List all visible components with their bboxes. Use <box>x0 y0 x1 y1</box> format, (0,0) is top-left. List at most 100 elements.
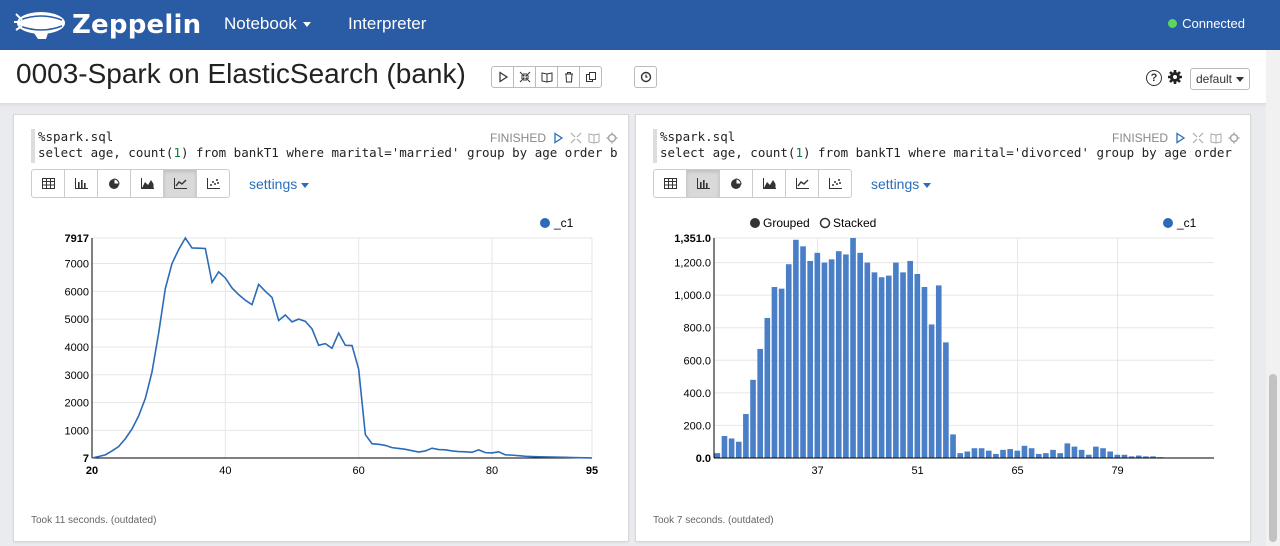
visualization-toolbar <box>31 169 230 198</box>
bar <box>928 324 935 458</box>
navbar: Zeppelin Notebook Interpreter Connected <box>0 0 1280 50</box>
bar <box>1078 449 1085 458</box>
legend-marker <box>1163 218 1173 228</box>
trash-icon <box>564 72 573 83</box>
series-line <box>91 236 593 459</box>
notebook-settings-button[interactable] <box>1167 69 1183 90</box>
toggle-editor-button[interactable] <box>1192 132 1204 144</box>
table-view-button[interactable] <box>653 169 687 198</box>
y-tick-label: 1,351.0 <box>674 233 711 245</box>
bar <box>793 239 799 458</box>
code-line: select age, count(1) from bankT1 where m… <box>660 145 1239 161</box>
bar <box>1093 446 1099 458</box>
legend-stacked-label: Stacked <box>833 216 876 230</box>
pie-chart-button[interactable] <box>719 169 753 198</box>
toggle-code-button[interactable] <box>513 66 536 88</box>
paragraph-settings-button[interactable] <box>1228 132 1240 144</box>
bar-chart-button[interactable] <box>64 169 98 198</box>
bar <box>900 272 906 458</box>
chevron-down-icon <box>923 182 932 188</box>
area-chart-button[interactable] <box>752 169 786 198</box>
toggle-output-button[interactable] <box>588 132 600 144</box>
bar <box>1064 443 1071 458</box>
line-chart-button[interactable] <box>163 169 197 198</box>
bar <box>985 450 992 458</box>
bar <box>1050 449 1056 458</box>
brand-logo[interactable]: Zeppelin <box>14 6 201 44</box>
code-number: 1 <box>173 145 181 160</box>
y-tick-label: 3000 <box>65 370 89 382</box>
bar <box>943 342 949 458</box>
area-chart-button[interactable] <box>130 169 164 198</box>
legend-grouped-label: Grouped <box>763 216 810 230</box>
settings-toggle[interactable]: settings <box>249 176 310 192</box>
connection-status-label: Connected <box>1182 16 1245 31</box>
bar <box>878 277 885 458</box>
gear-icon <box>1228 132 1240 144</box>
toggle-output-button[interactable] <box>535 66 558 88</box>
bar <box>907 260 913 458</box>
paragraph-divorced: %spark.sql select age, count(1) from ban… <box>635 114 1251 542</box>
y-tick-label: 1,000.0 <box>674 290 711 302</box>
status-badge: FINISHED <box>1111 131 1168 145</box>
clone-notebook-button[interactable] <box>579 66 602 88</box>
run-paragraph-button[interactable] <box>1174 132 1186 144</box>
interpreter-binding-dropdown[interactable]: default <box>1190 68 1250 90</box>
bar-chart: 0.0 200.0 400.0 600.0 800.0 1,000.0 1,200.0 1,3… <box>674 216 1214 477</box>
pie-chart-button[interactable] <box>97 169 131 198</box>
bar <box>828 259 835 458</box>
gear-icon <box>606 132 618 144</box>
bar <box>743 414 749 458</box>
scatter-chart-button[interactable] <box>818 169 852 198</box>
bar <box>935 285 942 458</box>
bar <box>800 246 806 458</box>
settings-toggle[interactable]: settings <box>871 176 932 192</box>
code-number: 1 <box>795 145 803 160</box>
x-tick-label: 51 <box>911 465 923 477</box>
play-icon <box>498 71 508 83</box>
execution-time: Took 11 seconds. (outdated) <box>31 515 157 526</box>
bar <box>1100 448 1106 458</box>
bar <box>857 252 863 458</box>
y-tick-label: 200.0 <box>683 420 711 432</box>
bar <box>914 273 921 458</box>
book-icon <box>1210 133 1222 144</box>
scatter-chart-button[interactable] <box>196 169 230 198</box>
nav-notebook-label: Notebook <box>224 14 297 33</box>
table-view-button[interactable] <box>31 169 65 198</box>
y-tick-label: 1,200.0 <box>674 258 711 270</box>
bar-chart-button[interactable] <box>686 169 720 198</box>
run-paragraph-button[interactable] <box>552 132 564 144</box>
settings-label: settings <box>871 176 920 192</box>
help-icon[interactable]: ? <box>1146 70 1162 86</box>
code-text: select age, count( <box>38 145 174 160</box>
play-icon <box>1176 132 1186 144</box>
run-all-button[interactable] <box>491 66 514 88</box>
scrollbar-thumb[interactable] <box>1269 374 1277 542</box>
bar <box>778 288 785 458</box>
toggle-output-button[interactable] <box>1210 132 1222 144</box>
connection-status: Connected <box>1168 16 1245 31</box>
brand-name: Zeppelin <box>72 10 202 40</box>
notebook-title[interactable]: 0003-Spark on ElasticSearch (bank) <box>16 58 466 90</box>
nav-notebook-menu[interactable]: Notebook <box>224 14 311 34</box>
bar <box>814 252 821 458</box>
paragraph-settings-button[interactable] <box>606 132 618 144</box>
collapse-arrows-icon <box>1192 132 1204 144</box>
y-tick-label: 0.0 <box>696 453 711 465</box>
x-tick-label: 95 <box>586 465 598 477</box>
clear-output-button[interactable] <box>557 66 580 88</box>
nav-interpreter-link[interactable]: Interpreter <box>348 14 426 34</box>
book-icon <box>588 133 600 144</box>
scheduler-button[interactable] <box>634 66 657 88</box>
line-chart-button[interactable] <box>785 169 819 198</box>
paragraph-status-bar: FINISHED <box>1112 131 1240 145</box>
bar <box>957 453 963 458</box>
bar <box>785 264 792 458</box>
line-chart: 7 1000 2000 3000 4000 5000 6000 7000 7917 20 40 60 8… <box>65 216 599 477</box>
y-tick-label: 800.0 <box>683 323 711 335</box>
bar <box>864 262 871 458</box>
x-tick-label: 60 <box>353 465 365 477</box>
toggle-editor-button[interactable] <box>570 132 582 144</box>
y-tick-label: 6000 <box>65 286 89 298</box>
